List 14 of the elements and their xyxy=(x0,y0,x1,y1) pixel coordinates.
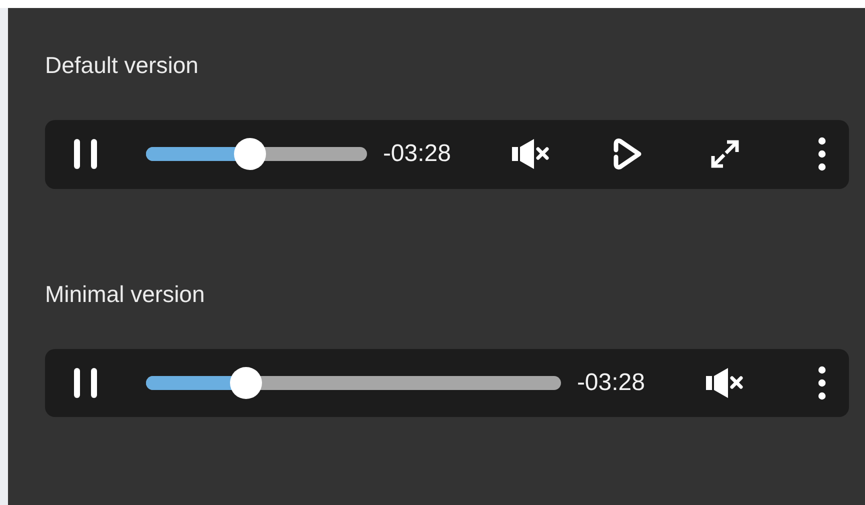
fullscreen-icon xyxy=(710,139,740,170)
section-title: Minimal version xyxy=(45,280,205,308)
mute-icon xyxy=(512,139,550,170)
triangle-icon xyxy=(613,137,643,172)
pause-icon xyxy=(73,368,99,398)
more-icon xyxy=(818,366,826,400)
slider-thumb[interactable] xyxy=(230,366,262,399)
time-remaining: -03:28 xyxy=(382,140,451,168)
time-remaining: -03:28 xyxy=(576,368,645,397)
more-icon xyxy=(818,137,826,172)
pause-icon xyxy=(73,139,99,170)
slider-thumb[interactable] xyxy=(234,138,266,170)
section-title: Default version xyxy=(45,51,198,80)
mute-icon xyxy=(706,368,744,398)
